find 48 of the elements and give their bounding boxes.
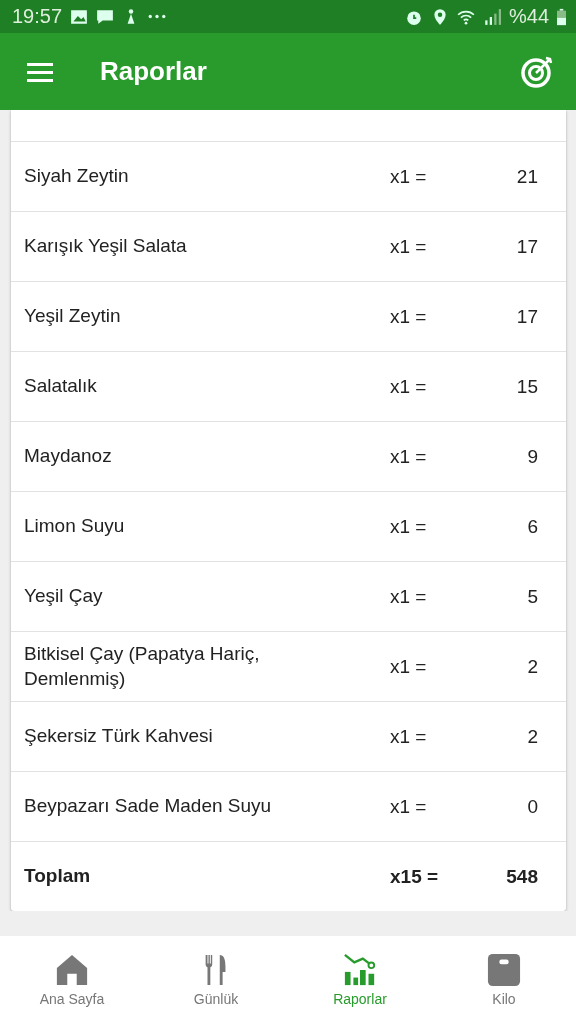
image-icon [70,7,89,26]
signal-icon [482,7,501,26]
scale-icon [487,953,521,987]
more-icon [148,14,167,19]
quantity: x1 = [390,375,428,398]
quantity: x1 = [390,165,428,188]
quantity: x1 = [390,235,428,258]
nav-tab[interactable]: Raporlar [288,936,432,1024]
value: 17 [515,305,538,328]
clock: 19:57 [12,5,63,28]
food-name: Bitkisel Çay (Papatya Hariç, Demlenmiş) [24,641,261,691]
value: 9 [526,445,538,468]
value: 2 [526,655,538,678]
food-name: Limon Suyu [24,514,126,539]
battery-icon [557,7,566,26]
quantity: x1 = [390,655,428,678]
food-name: Siyah Zeytin [24,164,130,189]
food-name: Maydanoz [24,444,113,469]
nav-tab[interactable]: Günlük [144,936,288,1024]
quantity: x1 = [390,305,428,328]
value: 2 [526,725,538,748]
food-name: Karışık Yeşil Salata [24,234,188,259]
value: 21 [515,165,538,188]
total-label: Toplam [24,864,92,889]
quantity: x1 = [390,725,428,748]
message-icon [96,7,115,26]
food-name: Salatalık [24,374,98,399]
app-bar-title: Raporlar [100,56,207,87]
total-value: 548 [505,865,538,888]
quantity: x1 = [390,445,428,468]
food-name: Yeşil Çay [24,584,104,609]
value: 0 [526,795,538,818]
value: 17 [515,235,538,258]
value: 15 [515,375,538,398]
total-quantity: x15 = [390,865,440,888]
quantity: x1 = [390,515,428,538]
house-icon [55,953,89,987]
nav-tab[interactable]: Ana Sayfa [0,936,144,1024]
battery-percent: %44 [508,5,549,28]
food-name: Yeşil Zeytin [24,304,122,329]
quantity: x1 = [390,795,428,818]
food-name: Şekersiz Türk Kahvesi [24,724,214,749]
nav-tab[interactable]: Kilo [432,936,576,1024]
chart-icon [343,953,377,987]
value: 5 [526,585,538,608]
food-name: Beypazarı Sade Maden Suyu [24,794,273,819]
value: 6 [526,515,538,538]
quantity: x1 = [390,585,428,608]
